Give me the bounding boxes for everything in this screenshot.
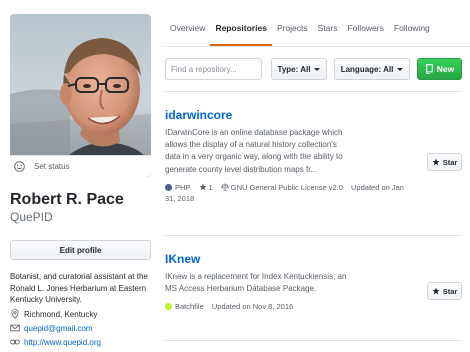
chevron-down-icon: [314, 67, 321, 71]
language-color-dot: [165, 303, 172, 311]
star-button[interactable]: Star: [427, 153, 462, 171]
repo-name-link[interactable]: IKnew: [165, 252, 462, 266]
repo-description: IKnew is a replacement for Index Kentuck…: [165, 272, 347, 294]
profile-website: http://www.quepid.org: [10, 337, 151, 348]
profile-bio: Botanist, and curatorial assistant at th…: [10, 272, 148, 304]
chevron-down-icon: [397, 67, 404, 71]
email-link[interactable]: quepid@gmail.com: [24, 323, 93, 334]
type-filter-dropdown[interactable]: Type: All: [271, 58, 327, 80]
profile-username: QuePID: [10, 210, 53, 224]
type-filter-label: Type: All: [277, 64, 311, 74]
law-icon: [220, 183, 229, 191]
find-repository-input[interactable]: [165, 58, 262, 80]
location-pin-icon: [10, 309, 20, 319]
edit-profile-button[interactable]: Edit profile: [10, 240, 151, 260]
profile-tabs: Overview Repositories Projects Stars Fol…: [165, 0, 470, 47]
profile-sidebar: Set status Robert R. Pace QuePID Edit pr…: [10, 14, 151, 348]
language-filter-label: Language: All: [340, 64, 394, 74]
repo-meta: PHP 1 GNU General Public License v2.0 Up…: [165, 182, 415, 204]
repo-name-link[interactable]: idarwincore: [165, 108, 462, 122]
profile-location: Richmond, Kentucky: [10, 309, 151, 320]
repository-list: idarwincore IDarwinCore is an online dat…: [165, 91, 462, 341]
repo-stars-count[interactable]: 1: [209, 183, 213, 192]
star-icon: [199, 183, 207, 191]
star-button-label: Star: [442, 157, 458, 167]
new-button-label: New: [436, 64, 455, 74]
website-link[interactable]: http://www.quepid.org: [24, 337, 101, 348]
profile-name: Robert R. Pace: [10, 191, 124, 208]
star-icon: [432, 158, 440, 166]
tab-overview[interactable]: Overview: [165, 23, 210, 46]
repo-license: GNU General Public License v2.0: [230, 182, 343, 192]
set-status-label: Set status: [34, 162, 70, 171]
repo-filter-bar: Type: All Language: All New: [165, 58, 462, 80]
tab-following[interactable]: Following: [389, 23, 435, 46]
avatar[interactable]: Set status: [10, 14, 151, 177]
star-button[interactable]: Star: [427, 282, 462, 300]
tab-repositories[interactable]: Repositories: [210, 23, 272, 46]
repo-meta: Batchfile Updated on Nov 8, 2016: [165, 301, 415, 312]
repo-list-divider: [165, 340, 462, 341]
repo-item: idarwincore IDarwinCore is an online dat…: [165, 91, 462, 235]
star-button-label: Star: [442, 286, 458, 296]
tab-stars[interactable]: Stars: [313, 23, 343, 46]
avatar-photo: [10, 14, 151, 177]
repo-description: IDarwinCore is an online database packag…: [165, 128, 343, 174]
repo-item: IKnew IKnew is a replacement for Index K…: [165, 235, 462, 340]
tab-projects[interactable]: Projects: [272, 23, 313, 46]
location-text: Richmond, Kentucky: [24, 309, 98, 319]
repo-language: Batchfile: [175, 302, 204, 312]
profile-email: quepid@gmail.com: [10, 323, 151, 334]
star-icon: [432, 287, 440, 295]
new-repository-button[interactable]: New: [417, 58, 462, 80]
language-color-dot: [165, 183, 172, 191]
smiley-icon: [14, 161, 25, 172]
mail-icon: [10, 323, 20, 333]
repo-language: PHP: [175, 182, 191, 192]
language-filter-dropdown[interactable]: Language: All: [334, 58, 410, 80]
repo-icon: [425, 64, 434, 74]
repo-updated: Updated on Nov 8, 2016: [211, 302, 294, 312]
tab-followers[interactable]: Followers: [343, 23, 389, 46]
link-icon: [10, 337, 20, 347]
set-status-button[interactable]: Set status: [10, 155, 151, 177]
